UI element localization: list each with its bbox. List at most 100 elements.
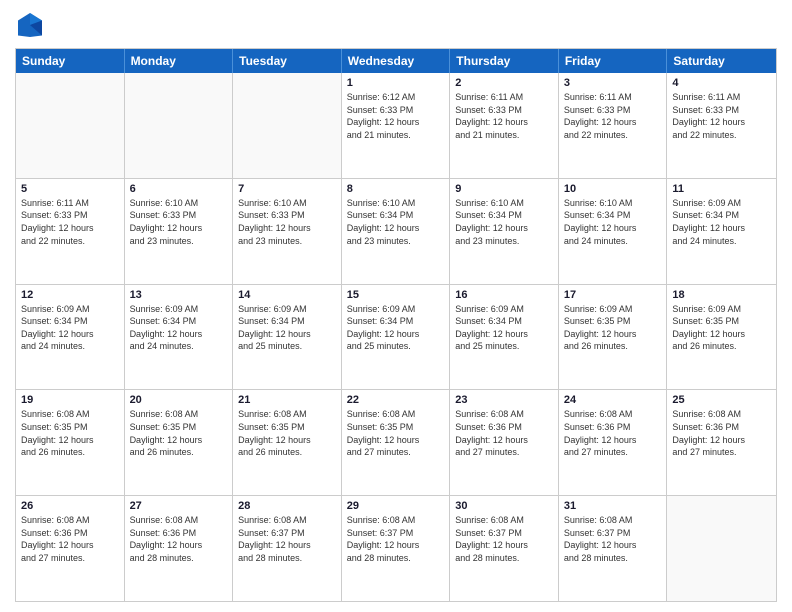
day-number: 8 bbox=[347, 183, 445, 195]
calendar-day-7: 7Sunrise: 6:10 AMSunset: 6:33 PMDaylight… bbox=[233, 179, 342, 284]
day-number: 6 bbox=[130, 183, 228, 195]
calendar-day-31: 31Sunrise: 6:08 AMSunset: 6:37 PMDayligh… bbox=[559, 496, 668, 601]
header-day-wednesday: Wednesday bbox=[342, 49, 451, 73]
calendar-day-25: 25 Sunrise: 6:08 AMSunset: 6:36 PMDayligh… bbox=[667, 390, 776, 495]
day-info: Sunrise: 6:11 AMSunset: 6:33 PMDaylight:… bbox=[455, 91, 553, 141]
calendar-week-1: 1 Sunrise: 6:12 AMSunset: 6:33 PMDaylight… bbox=[16, 73, 776, 179]
day-number: 28 bbox=[238, 500, 336, 512]
day-info: Sunrise: 6:08 AMSunset: 6:35 PMDaylight:… bbox=[238, 408, 336, 458]
day-info: Sunrise: 6:10 AMSunset: 6:33 PMDaylight:… bbox=[130, 197, 228, 247]
day-info: Sunrise: 6:08 AMSunset: 6:36 PMDaylight:… bbox=[21, 514, 119, 564]
day-number: 31 bbox=[564, 500, 662, 512]
day-info: Sunrise: 6:11 AMSunset: 6:33 PMDaylight:… bbox=[21, 197, 119, 247]
calendar-empty-cell bbox=[667, 496, 776, 601]
calendar-day-14: 14 Sunrise: 6:09 AMSunset: 6:34 PMDayligh… bbox=[233, 285, 342, 390]
day-number: 9 bbox=[455, 183, 553, 195]
day-info: Sunrise: 6:10 AMSunset: 6:34 PMDaylight:… bbox=[455, 197, 553, 247]
day-number: 29 bbox=[347, 500, 445, 512]
day-number: 4 bbox=[672, 77, 771, 89]
day-number: 16 bbox=[455, 289, 553, 301]
calendar-day-16: 16 Sunrise: 6:09 AMSunset: 6:34 PMDayligh… bbox=[450, 285, 559, 390]
day-number: 13 bbox=[130, 289, 228, 301]
calendar-day-27: 27 Sunrise: 6:08 AMSunset: 6:36 PMDayligh… bbox=[125, 496, 234, 601]
day-info: Sunrise: 6:09 AMSunset: 6:35 PMDaylight:… bbox=[564, 303, 662, 353]
day-number: 18 bbox=[672, 289, 771, 301]
day-info: Sunrise: 6:08 AMSunset: 6:37 PMDaylight:… bbox=[455, 514, 553, 564]
day-info: Sunrise: 6:08 AMSunset: 6:36 PMDaylight:… bbox=[672, 408, 771, 458]
day-number: 24 bbox=[564, 394, 662, 406]
calendar-day-11: 11 Sunrise: 6:09 AMSunset: 6:34 PMDayligh… bbox=[667, 179, 776, 284]
day-info: Sunrise: 6:08 AMSunset: 6:36 PMDaylight:… bbox=[455, 408, 553, 458]
day-info: Sunrise: 6:08 AMSunset: 6:36 PMDaylight:… bbox=[564, 408, 662, 458]
header-day-tuesday: Tuesday bbox=[233, 49, 342, 73]
day-info: Sunrise: 6:09 AMSunset: 6:34 PMDaylight:… bbox=[130, 303, 228, 353]
header-day-saturday: Saturday bbox=[667, 49, 776, 73]
day-number: 21 bbox=[238, 394, 336, 406]
day-number: 20 bbox=[130, 394, 228, 406]
calendar-day-20: 20 Sunrise: 6:08 AMSunset: 6:35 PMDayligh… bbox=[125, 390, 234, 495]
calendar-day-13: 13 Sunrise: 6:09 AMSunset: 6:34 PMDayligh… bbox=[125, 285, 234, 390]
calendar: SundayMondayTuesdayWednesdayThursdayFrid… bbox=[15, 48, 777, 602]
day-number: 26 bbox=[21, 500, 119, 512]
calendar-empty-cell bbox=[125, 73, 234, 178]
day-info: Sunrise: 6:09 AMSunset: 6:34 PMDaylight:… bbox=[21, 303, 119, 353]
day-number: 11 bbox=[672, 183, 771, 195]
day-info: Sunrise: 6:08 AMSunset: 6:37 PMDaylight:… bbox=[347, 514, 445, 564]
logo-icon bbox=[15, 10, 45, 40]
day-number: 22 bbox=[347, 394, 445, 406]
day-info: Sunrise: 6:09 AMSunset: 6:34 PMDaylight:… bbox=[238, 303, 336, 353]
calendar-day-8: 8 Sunrise: 6:10 AMSunset: 6:34 PMDaylight… bbox=[342, 179, 451, 284]
calendar-day-30: 30 Sunrise: 6:08 AMSunset: 6:37 PMDayligh… bbox=[450, 496, 559, 601]
header-day-sunday: Sunday bbox=[16, 49, 125, 73]
calendar-day-24: 24 Sunrise: 6:08 AMSunset: 6:36 PMDayligh… bbox=[559, 390, 668, 495]
day-info: Sunrise: 6:08 AMSunset: 6:35 PMDaylight:… bbox=[347, 408, 445, 458]
calendar-day-4: 4 Sunrise: 6:11 AMSunset: 6:33 PMDaylight… bbox=[667, 73, 776, 178]
header-day-thursday: Thursday bbox=[450, 49, 559, 73]
calendar-header: SundayMondayTuesdayWednesdayThursdayFrid… bbox=[16, 49, 776, 73]
day-info: Sunrise: 6:11 AMSunset: 6:33 PMDaylight:… bbox=[672, 91, 771, 141]
day-number: 1 bbox=[347, 77, 445, 89]
header bbox=[15, 10, 777, 40]
day-number: 25 bbox=[672, 394, 771, 406]
header-day-friday: Friday bbox=[559, 49, 668, 73]
day-number: 27 bbox=[130, 500, 228, 512]
day-info: Sunrise: 6:09 AMSunset: 6:34 PMDaylight:… bbox=[455, 303, 553, 353]
day-info: Sunrise: 6:09 AMSunset: 6:34 PMDaylight:… bbox=[347, 303, 445, 353]
day-number: 30 bbox=[455, 500, 553, 512]
calendar-week-2: 5Sunrise: 6:11 AMSunset: 6:33 PMDaylight… bbox=[16, 179, 776, 285]
calendar-body: 1 Sunrise: 6:12 AMSunset: 6:33 PMDaylight… bbox=[16, 73, 776, 601]
day-number: 2 bbox=[455, 77, 553, 89]
calendar-day-15: 15 Sunrise: 6:09 AMSunset: 6:34 PMDayligh… bbox=[342, 285, 451, 390]
day-info: Sunrise: 6:08 AMSunset: 6:37 PMDaylight:… bbox=[238, 514, 336, 564]
calendar-day-12: 12 Sunrise: 6:09 AMSunset: 6:34 PMDayligh… bbox=[16, 285, 125, 390]
calendar-day-2: 2 Sunrise: 6:11 AMSunset: 6:33 PMDaylight… bbox=[450, 73, 559, 178]
logo bbox=[15, 10, 49, 40]
day-info: Sunrise: 6:10 AMSunset: 6:33 PMDaylight:… bbox=[238, 197, 336, 247]
calendar-day-1: 1 Sunrise: 6:12 AMSunset: 6:33 PMDaylight… bbox=[342, 73, 451, 178]
day-info: Sunrise: 6:08 AMSunset: 6:35 PMDaylight:… bbox=[130, 408, 228, 458]
calendar-day-19: 19 Sunrise: 6:08 AMSunset: 6:35 PMDayligh… bbox=[16, 390, 125, 495]
day-info: Sunrise: 6:10 AMSunset: 6:34 PMDaylight:… bbox=[564, 197, 662, 247]
calendar-day-21: 21 Sunrise: 6:08 AMSunset: 6:35 PMDayligh… bbox=[233, 390, 342, 495]
day-info: Sunrise: 6:11 AMSunset: 6:33 PMDaylight:… bbox=[564, 91, 662, 141]
day-info: Sunrise: 6:12 AMSunset: 6:33 PMDaylight:… bbox=[347, 91, 445, 141]
calendar-week-3: 12 Sunrise: 6:09 AMSunset: 6:34 PMDayligh… bbox=[16, 285, 776, 391]
day-info: Sunrise: 6:09 AMSunset: 6:34 PMDaylight:… bbox=[672, 197, 771, 247]
day-info: Sunrise: 6:08 AMSunset: 6:36 PMDaylight:… bbox=[130, 514, 228, 564]
day-number: 14 bbox=[238, 289, 336, 301]
calendar-day-28: 28 Sunrise: 6:08 AMSunset: 6:37 PMDayligh… bbox=[233, 496, 342, 601]
calendar-week-4: 19 Sunrise: 6:08 AMSunset: 6:35 PMDayligh… bbox=[16, 390, 776, 496]
day-number: 17 bbox=[564, 289, 662, 301]
calendar-day-29: 29 Sunrise: 6:08 AMSunset: 6:37 PMDayligh… bbox=[342, 496, 451, 601]
day-info: Sunrise: 6:08 AMSunset: 6:35 PMDaylight:… bbox=[21, 408, 119, 458]
calendar-day-3: 3Sunrise: 6:11 AMSunset: 6:33 PMDaylight… bbox=[559, 73, 668, 178]
day-info: Sunrise: 6:10 AMSunset: 6:34 PMDaylight:… bbox=[347, 197, 445, 247]
day-info: Sunrise: 6:09 AMSunset: 6:35 PMDaylight:… bbox=[672, 303, 771, 353]
calendar-empty-cell bbox=[233, 73, 342, 178]
calendar-day-17: 17 Sunrise: 6:09 AMSunset: 6:35 PMDayligh… bbox=[559, 285, 668, 390]
day-number: 12 bbox=[21, 289, 119, 301]
day-number: 19 bbox=[21, 394, 119, 406]
calendar-day-10: 10Sunrise: 6:10 AMSunset: 6:34 PMDayligh… bbox=[559, 179, 668, 284]
day-number: 15 bbox=[347, 289, 445, 301]
calendar-day-9: 9 Sunrise: 6:10 AMSunset: 6:34 PMDaylight… bbox=[450, 179, 559, 284]
